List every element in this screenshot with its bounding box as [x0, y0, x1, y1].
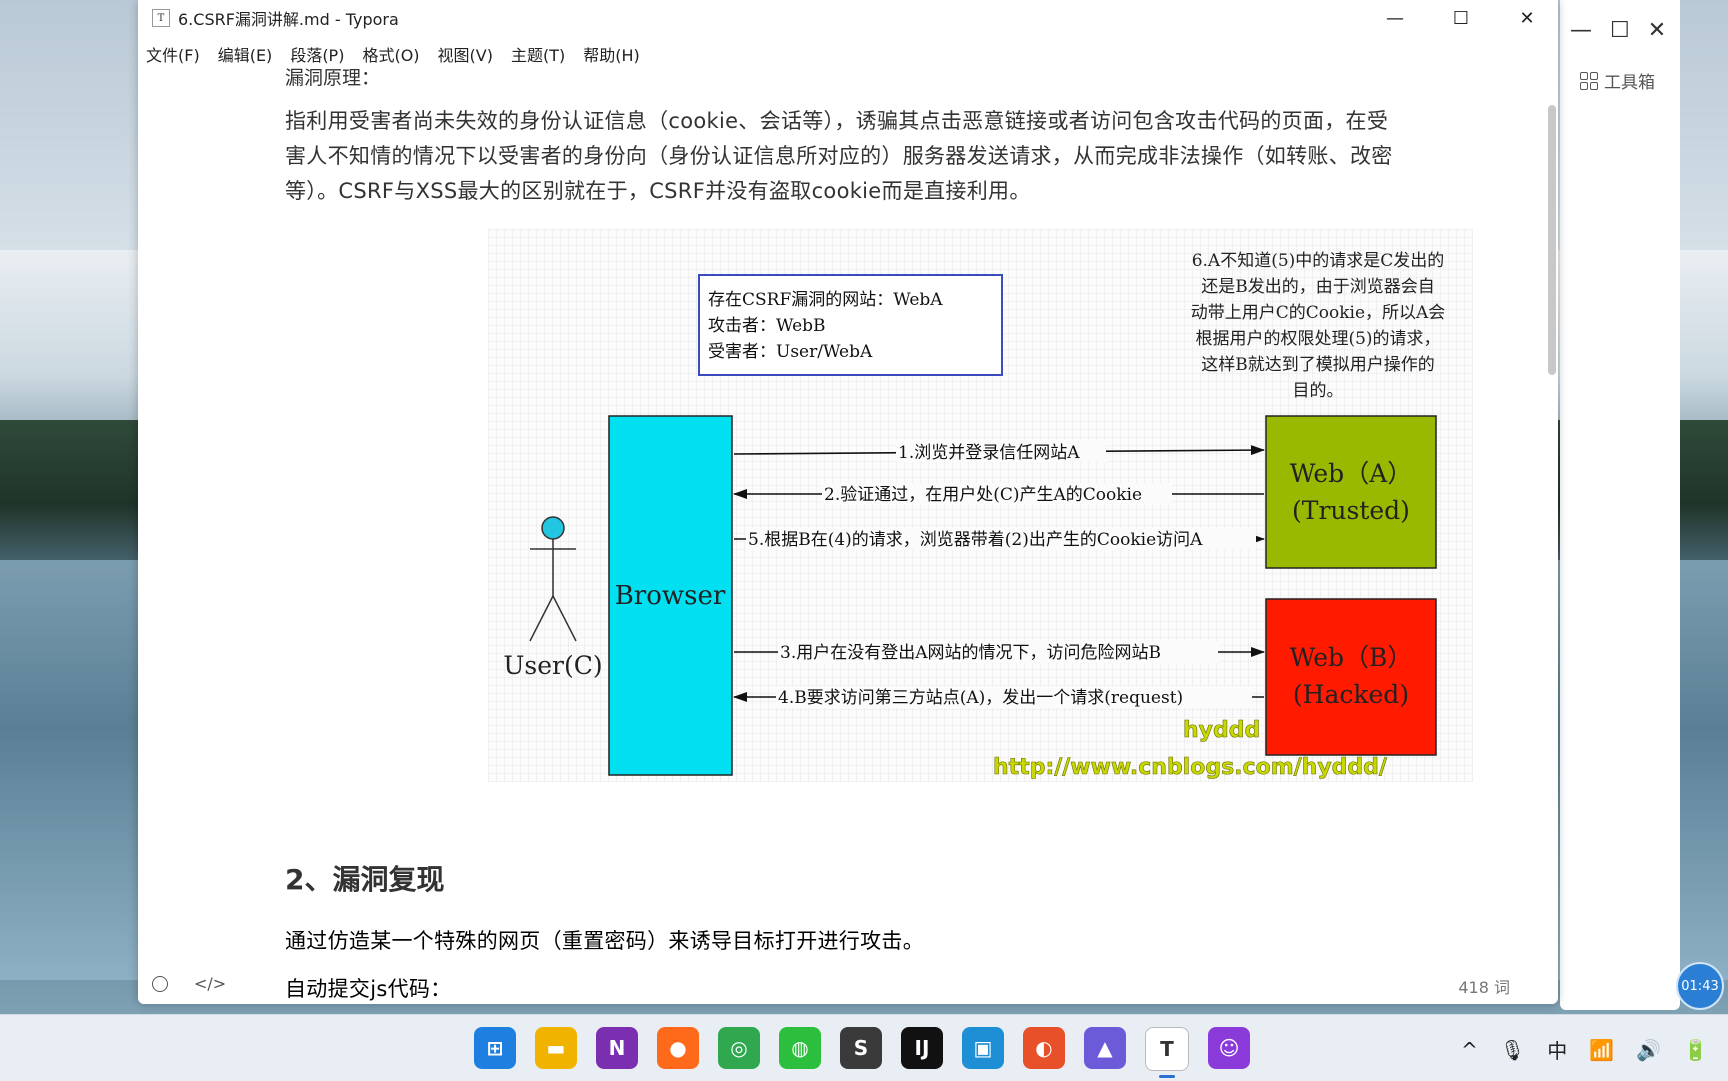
arrow-2-label: 2.验证通过，在用户处(C)产生A的Cookie	[824, 485, 1142, 505]
web-b-label-1: Web（B）	[1290, 643, 1413, 672]
info-line-1: 存在CSRF漏洞的网站：WebA	[708, 290, 943, 310]
side-app-window: — ☐ ✕ 工具箱	[1560, 0, 1680, 1010]
battery-icon[interactable]: 🔋	[1683, 1038, 1708, 1062]
app-face-icon[interactable]: ☺	[1208, 1027, 1250, 1069]
arrow-5-label: 5.根据B在(4)的请求，浏览器带着(2)出产生的Cookie访问A	[748, 530, 1203, 550]
volume-icon[interactable]: 🔊	[1636, 1038, 1661, 1062]
section-heading: 2、漏洞复现	[285, 863, 445, 896]
show-hidden-icons-icon[interactable]: ^	[1461, 1038, 1478, 1062]
app-photo-icon[interactable]: ▲	[1084, 1027, 1126, 1069]
document-content[interactable]: 漏洞原理： 指利用受害者尚未失效的身份认证信息（cookie、会话等），诱骗其点…	[285, 56, 1395, 209]
web-a-label-2: (Trusted)	[1292, 496, 1410, 525]
web-b-label-2: (Hacked)	[1293, 680, 1409, 709]
app-spiral-icon[interactable]: ◐	[1023, 1027, 1065, 1069]
note-line-1: 6.A不知道(5)中的请求是C发出的	[1192, 251, 1445, 271]
arrow-4-label: 4.B要求访问第三方站点(A)，发出一个请求(request)	[778, 688, 1183, 708]
floating-clock-badge[interactable]: 01:43	[1676, 962, 1724, 1010]
taskbar: ⊞ ▬ N ● ◎ ◍ S IJ ▣ ◐ ▲ T ☺ ^ 🎙 中 📶 🔊 🔋	[0, 1014, 1728, 1081]
note-line-4: 根据用户的权限处理(5)的请求，	[1195, 329, 1440, 349]
microphone-icon[interactable]: 🎙	[1500, 1038, 1525, 1062]
watermark-name: hyddd	[1183, 718, 1260, 743]
typora-icon[interactable]: T	[1145, 1027, 1189, 1078]
side-minimize-button[interactable]: —	[1570, 18, 1592, 43]
sublime-icon[interactable]: S	[840, 1027, 882, 1069]
menu-edit[interactable]: 编辑(E)	[218, 40, 273, 68]
note-line-2: 还是B发出的，由于浏览器会自	[1201, 277, 1435, 297]
web-b-box	[1265, 598, 1437, 756]
toolbox-button[interactable]: 工具箱	[1580, 68, 1655, 93]
source-code-mode-icon[interactable]: </>	[194, 974, 226, 993]
arrow-1-label: 1.浏览并登录信任网站A	[898, 443, 1080, 463]
remote-desktop-icon[interactable]: ▣	[962, 1027, 1004, 1069]
web-a-box	[1265, 415, 1437, 569]
status-bar-left: </>	[152, 974, 226, 993]
start-icon[interactable]: ⊞	[474, 1027, 516, 1069]
info-line-2: 攻击者：WebB	[708, 316, 826, 336]
input-method-icon[interactable]: 中	[1547, 1035, 1567, 1064]
arrow-3-label: 3.用户在没有登出A网站的情况下，访问危险网站B	[780, 643, 1161, 663]
reproduce-paragraph: 通过仿造某一个特殊的网页（重置密码）来诱导目标打开进行攻击。	[285, 929, 924, 953]
side-window-controls: — ☐ ✕	[1570, 18, 1666, 43]
minimize-button[interactable]: —	[1362, 0, 1428, 36]
browser-label: Browser	[615, 581, 726, 611]
chrome-icon[interactable]: ◎	[718, 1027, 760, 1069]
watermark-url: http://www.cnblogs.com/hyddd/	[993, 755, 1388, 780]
typora-window: T 6.CSRF漏洞讲解.md - Typora — ☐ ✕ 文件(F) 编辑(…	[138, 0, 1558, 1004]
close-button[interactable]: ✕	[1494, 0, 1558, 36]
note-line-6: 目的。	[1293, 381, 1344, 401]
wechat-icon[interactable]: ◍	[779, 1027, 821, 1069]
note-line-3: 动带上用户C的Cookie，所以A会	[1191, 303, 1446, 323]
maximize-button[interactable]: ☐	[1428, 0, 1494, 36]
grid-icon	[1580, 71, 1598, 90]
info-line-3: 受害者：User/WebA	[708, 342, 873, 362]
partial-heading: 漏洞原理：	[285, 67, 381, 89]
lower-content[interactable]: 2、漏洞复现 通过仿造某一个特殊的网页（重置密码）来诱导目标打开进行攻击。 自动…	[285, 858, 1395, 1004]
typora-app-icon: T	[152, 9, 170, 27]
side-maximize-button[interactable]: ☐	[1610, 18, 1630, 43]
outline-toggle-icon[interactable]	[152, 975, 168, 992]
principle-paragraph: 指利用受害者尚未失效的身份认证信息（cookie、会话等），诱骗其点击恶意链接或…	[285, 109, 1393, 203]
menu-file[interactable]: 文件(F)	[146, 40, 200, 68]
web-a-label-1: Web（A）	[1290, 459, 1413, 488]
csrf-diagram-image: 存在CSRF漏洞的网站：WebA 攻击者：WebB 受害者：User/WebA …	[488, 229, 1473, 782]
taskbar-apps: ⊞ ▬ N ● ◎ ◍ S IJ ▣ ◐ ▲ T ☺	[474, 1027, 1250, 1078]
js-code-label: 自动提交js代码：	[285, 977, 452, 1001]
side-close-button[interactable]: ✕	[1648, 18, 1666, 43]
window-title: 6.CSRF漏洞讲解.md - Typora	[178, 10, 399, 29]
user-label: User(C)	[503, 651, 602, 680]
wifi-icon[interactable]: 📶	[1589, 1038, 1614, 1062]
system-tray: ^ 🎙 中 📶 🔊 🔋	[1461, 1035, 1708, 1064]
note-line-5: 这样B就达到了模拟用户操作的	[1201, 355, 1435, 375]
title-bar[interactable]: T 6.CSRF漏洞讲解.md - Typora — ☐ ✕	[138, 0, 1558, 36]
word-count[interactable]: 418 词	[1458, 974, 1510, 998]
firefox-icon[interactable]: ●	[657, 1027, 699, 1069]
vertical-scrollbar[interactable]	[1548, 105, 1556, 375]
toolbox-label: 工具箱	[1604, 73, 1655, 93]
file-explorer-icon[interactable]: ▬	[535, 1027, 577, 1069]
onenote-icon[interactable]: N	[596, 1027, 638, 1069]
intellij-icon[interactable]: IJ	[901, 1027, 943, 1069]
